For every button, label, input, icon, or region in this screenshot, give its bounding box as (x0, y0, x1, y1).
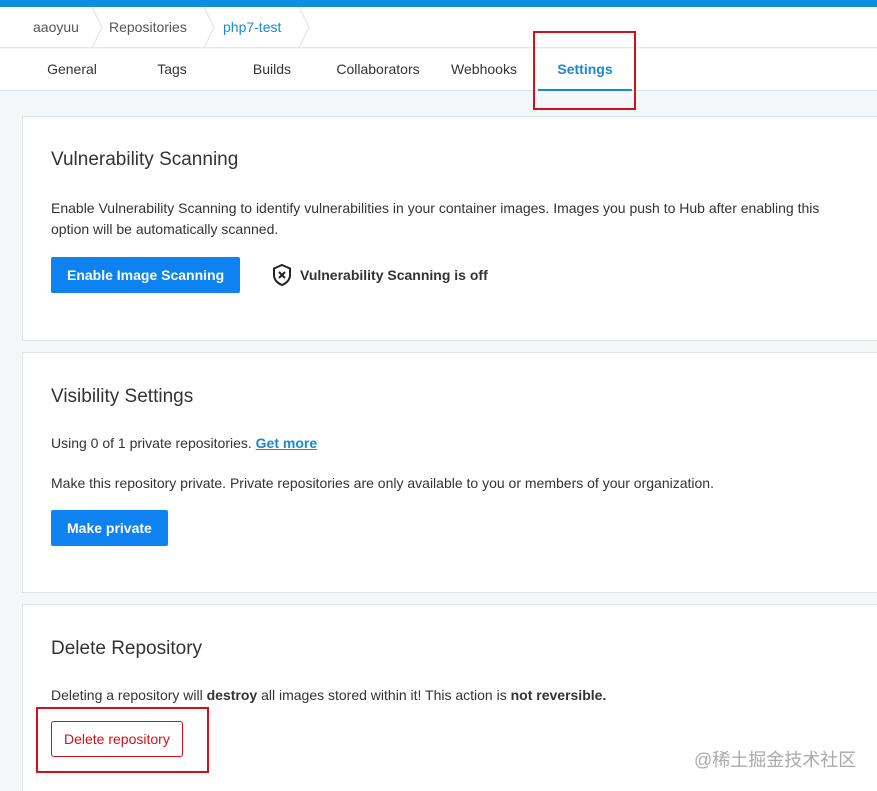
delete-title: Delete Repository (51, 638, 203, 659)
breadcrumb: aaoyuu Repositories php7-test (0, 7, 877, 48)
watermark: @稀土掘金技术社区 (694, 750, 857, 770)
breadcrumb-item-repositories[interactable]: Repositories (109, 7, 187, 48)
get-more-link[interactable]: Get more (256, 435, 317, 451)
tab-webhooks[interactable]: Webhooks (440, 49, 528, 91)
tab-builds[interactable]: Builds (228, 49, 316, 91)
breadcrumb-separator-icon (202, 7, 216, 48)
tab-bar: General Tags Builds Collaborators Webhoo… (0, 49, 877, 91)
make-private-button[interactable]: Make private (51, 510, 168, 546)
visibility-usage: Using 0 of 1 private repositories. Get m… (51, 433, 317, 454)
top-accent-bar (0, 0, 877, 7)
delete-warning-bold-1: destroy (206, 687, 258, 703)
shield-x-icon (271, 263, 293, 287)
vulnerability-status-text: Vulnerability Scanning is off (300, 267, 488, 283)
vulnerability-description: Enable Vulnerability Scanning to identif… (51, 200, 820, 237)
vulnerability-title: Vulnerability Scanning (51, 149, 239, 170)
settings-tab-highlight-box (533, 31, 636, 110)
visibility-description: Make this repository private. Private re… (51, 475, 714, 491)
visibility-settings-card: Visibility Settings Using 0 of 1 private… (22, 352, 877, 593)
enable-image-scanning-button[interactable]: Enable Image Scanning (51, 257, 241, 293)
delete-warning-text-2: all images stored within it! This action… (257, 687, 511, 703)
breadcrumb-item-user[interactable]: aaoyuu (33, 7, 79, 48)
tab-tags[interactable]: Tags (128, 49, 216, 91)
tab-general[interactable]: General (28, 49, 116, 91)
delete-warning-text-1: Deleting a repository will (51, 687, 207, 703)
visibility-title: Visibility Settings (51, 386, 194, 407)
breadcrumb-item-repo[interactable]: php7-test (223, 7, 281, 48)
vulnerability-scanning-card: Vulnerability Scanning Enable Vulnerabil… (22, 116, 877, 341)
tab-collaborators[interactable]: Collaborators (326, 49, 430, 91)
breadcrumb-separator-icon (297, 7, 311, 48)
breadcrumb-separator-icon (90, 7, 104, 48)
visibility-usage-text: Using 0 of 1 private repositories. (51, 435, 252, 451)
delete-warning-bold-2: not reversible. (510, 687, 607, 703)
delete-button-highlight-box (36, 707, 209, 773)
delete-warning: Deleting a repository will destroy all i… (51, 685, 606, 706)
